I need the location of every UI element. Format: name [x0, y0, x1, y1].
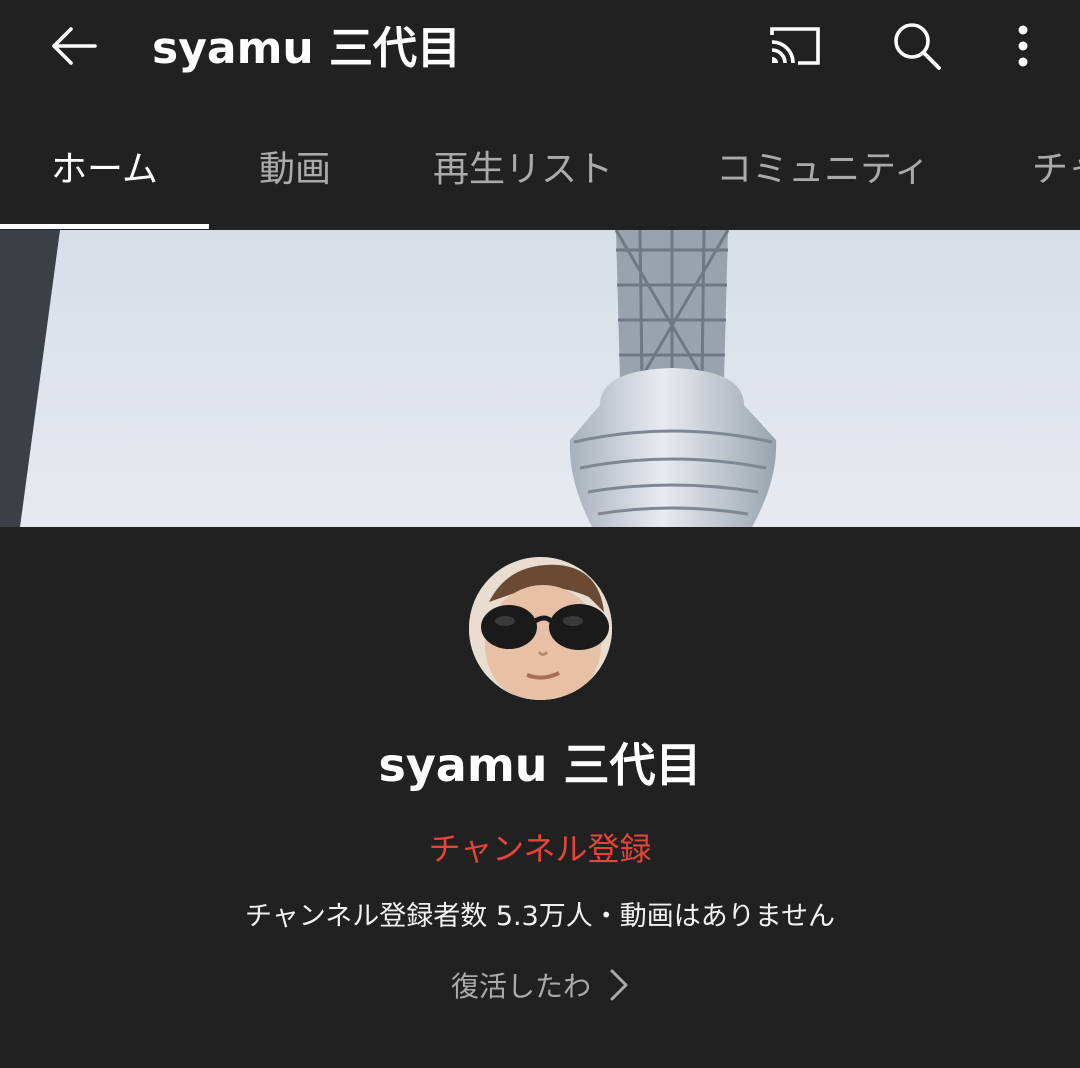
tab-home[interactable]: ホーム [0, 112, 209, 228]
subscribe-button[interactable]: チャンネル登録 [0, 824, 1080, 874]
search-icon [892, 21, 942, 75]
tab-videos[interactable]: 動画 [230, 112, 360, 228]
chevron-right-icon [609, 968, 629, 1006]
channel-tabs: ホーム 動画 再生リスト コミュニティ チャ [0, 112, 1080, 230]
top-app-bar: syamu 三代目 [0, 0, 1080, 100]
more-vert-icon [1016, 24, 1030, 72]
cast-button[interactable] [762, 20, 828, 76]
tab-community[interactable]: コミュニティ [704, 112, 942, 228]
channel-page: syamu 三代目 ホーム 動画 再生リスト コミュニティ チ syamu 三代… [0, 0, 1080, 1068]
arrow-left-icon [49, 26, 97, 70]
tab-channels[interactable]: チャ [1032, 112, 1080, 228]
back-button[interactable] [38, 18, 108, 78]
search-button[interactable] [884, 18, 950, 78]
active-tab-indicator [0, 224, 209, 229]
channel-stats: チャンネル登録者数 5.3万人・動画はありません [245, 901, 835, 932]
channel-about-link[interactable]: 復活したわ [0, 962, 1080, 1012]
tab-playlists[interactable]: 再生リスト [420, 112, 626, 228]
channel-avatar[interactable] [469, 557, 612, 700]
channel-banner [0, 230, 1080, 527]
cast-icon [768, 25, 822, 71]
channel-description: 復活したわ [450, 970, 591, 1003]
more-options-button[interactable] [1000, 18, 1046, 78]
page-title: syamu 三代目 [152, 23, 462, 74]
channel-name: syamu 三代目 [378, 738, 702, 792]
